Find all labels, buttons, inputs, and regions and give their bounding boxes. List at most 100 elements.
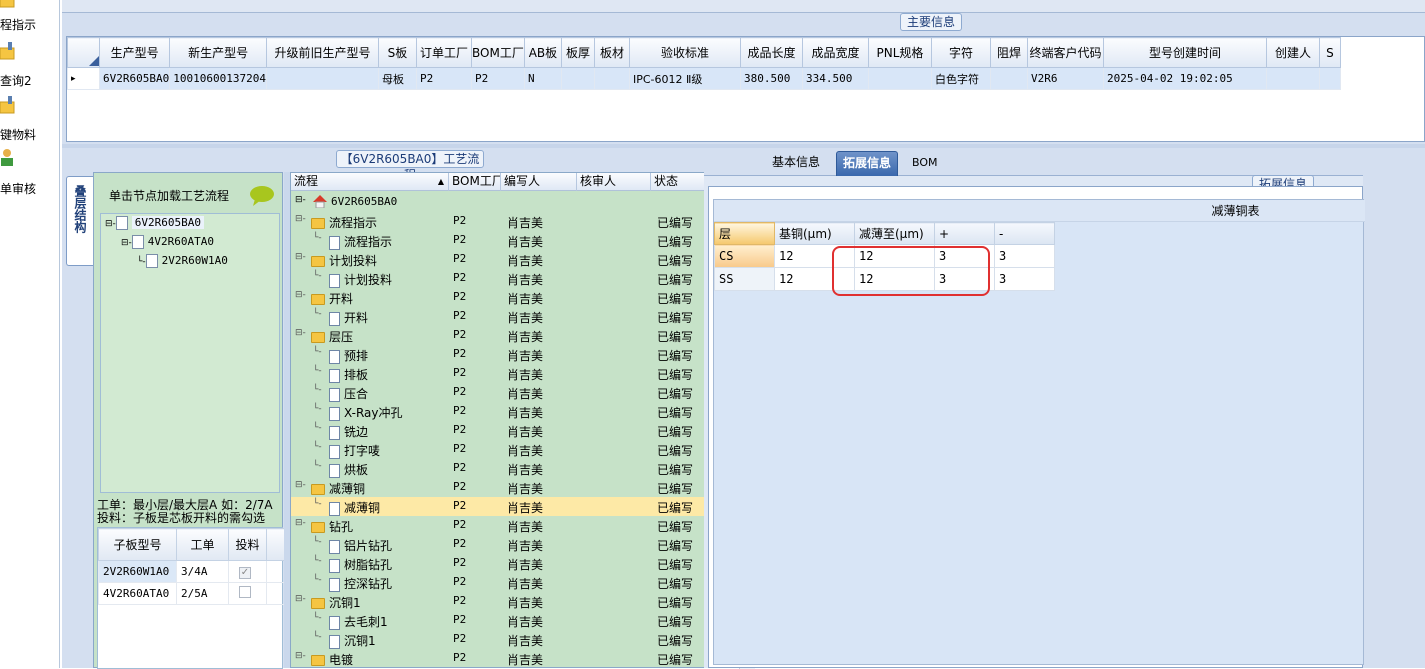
col-header[interactable]: 升级前旧生产型号 [265, 37, 379, 68]
row-header[interactable]: SS [714, 267, 775, 291]
cell[interactable] [1265, 67, 1320, 90]
cell[interactable]: 334.500 [801, 67, 869, 90]
cell[interactable]: 2/5A [176, 582, 229, 605]
expand-icon[interactable]: ⊟- [295, 518, 306, 528]
process-row[interactable]: └- 预排 P2 肖吉美 已编写 [291, 345, 739, 364]
col-header[interactable]: 成品长度 [739, 37, 803, 68]
process-row[interactable]: └- 铝片钻孔 P2 肖吉美 已编写 [291, 535, 739, 554]
cell[interactable]: 3 [994, 244, 1055, 268]
process-row[interactable]: ⊟- 电镀 P2 肖吉美 已编写 [291, 649, 739, 668]
tree-node-root[interactable]: ⊟- 6V2R605BA0 [105, 216, 205, 234]
process-row[interactable]: ⊟- 钻孔 P2 肖吉美 已编写 [291, 516, 739, 535]
col-header[interactable]: 生产型号 [98, 37, 171, 68]
process-row[interactable]: └- 排板 P2 肖吉美 已编写 [291, 364, 739, 383]
cell[interactable]: IPC-6012 Ⅱ级 [628, 67, 741, 90]
cell[interactable]: 2V2R60W1A0 [98, 560, 177, 583]
tab-bom-structure[interactable]: 叠层结构 [66, 176, 93, 266]
col-header[interactable]: PNL规格 [867, 37, 932, 68]
process-row[interactable]: └- 铣边 P2 肖吉美 已编写 [291, 421, 739, 440]
cell[interactable]: 3/4A [176, 560, 229, 583]
process-row[interactable]: ⊟- 开料 P2 肖吉美 已编写 [291, 288, 739, 307]
table-row[interactable]: 4V2R60ATA0 2/5A [98, 582, 285, 605]
col-header[interactable]: 字符 [930, 37, 991, 68]
cell[interactable]: 白色字符 [930, 67, 991, 90]
process-row[interactable]: ⊟- 沉铜1 P2 肖吉美 已编写 [291, 592, 739, 611]
cell[interactable] [1318, 67, 1341, 90]
cell[interactable]: 10010600137204 [169, 67, 267, 90]
cell[interactable]: 6V2R605BA0 [98, 67, 171, 90]
process-row[interactable]: └- X-Ray冲孔 P2 肖吉美 已编写 [291, 402, 739, 421]
col-header[interactable]: S [1318, 37, 1341, 68]
expand-icon[interactable]: ⊟- [295, 651, 306, 661]
col-header[interactable]: 编写人 [501, 173, 577, 191]
expand-icon[interactable]: ⊟- [295, 328, 306, 338]
col-header[interactable]: 成品宽度 [801, 37, 869, 68]
tree-node[interactable]: ⊟- 4V2R60ATA0 [121, 235, 214, 253]
expand-icon[interactable]: ⊟- [295, 480, 306, 490]
col-header[interactable]: 板材 [593, 37, 630, 68]
process-row[interactable]: └- 打字唛 P2 肖吉美 已编写 [291, 440, 739, 459]
tab-extended-info[interactable]: 拓展信息 [836, 151, 899, 176]
expand-icon[interactable]: ⊟- [295, 195, 306, 205]
process-row[interactable]: ⊟- 流程指示 P2 肖吉美 已编写 [291, 212, 739, 231]
process-row[interactable]: └- 沉铜1 P2 肖吉美 已编写 [291, 630, 739, 649]
row-header[interactable]: CS [714, 244, 775, 268]
col-header[interactable]: S板 [377, 37, 417, 68]
expand-icon[interactable]: ⊟- [295, 290, 306, 300]
process-row[interactable]: └- 去毛刺1 P2 肖吉美 已编写 [291, 611, 739, 630]
col-header[interactable]: + [934, 222, 995, 245]
cell[interactable] [867, 67, 932, 90]
main-info-row[interactable]: ▸ 6V2R605BA0 10010600137204 母板 P2 P2 N I… [67, 67, 1341, 90]
process-row[interactable]: ⊟- 层压 P2 肖吉美 已编写 [291, 326, 739, 345]
cell[interactable] [560, 67, 595, 90]
process-row[interactable]: └- 控深钻孔 P2 肖吉美 已编写 [291, 573, 739, 592]
col-header[interactable]: 核审人 [577, 173, 651, 191]
expand-icon[interactable]: ⊟- [295, 252, 306, 262]
nav-item-review[interactable]: 单审核 [0, 148, 58, 196]
col-header[interactable]: 减薄至(μm) [854, 222, 935, 245]
cell[interactable]: 380.500 [739, 67, 803, 90]
nav-item-process-instruction[interactable]: 程指示 [0, 0, 58, 40]
col-header[interactable]: 验收标准 [628, 37, 741, 68]
cell[interactable] [989, 67, 1028, 90]
process-row[interactable]: └- 流程指示 P2 肖吉美 已编写 [291, 231, 739, 250]
tab-basic-info[interactable]: 基本信息 [766, 151, 826, 176]
cell[interactable]: 母板 [377, 67, 417, 90]
process-root-row[interactable]: ⊟- 6V2R605BA0 [291, 193, 739, 212]
col-header[interactable]: 新生产型号 [169, 37, 267, 68]
cell[interactable] [265, 67, 379, 90]
cell[interactable]: P2 [415, 67, 472, 90]
col-header[interactable]: 板厚 [560, 37, 595, 68]
process-row[interactable]: └- 烘板 P2 肖吉美 已编写 [291, 459, 739, 478]
feed-checkbox[interactable] [239, 586, 251, 598]
nav-item-key-material[interactable]: 键物料 [0, 96, 58, 142]
process-row[interactable]: └- 计划投料 P2 肖吉美 已编写 [291, 269, 739, 288]
col-header[interactable]: - [994, 222, 1055, 245]
col-header[interactable]: BOM工厂 [470, 37, 525, 68]
expand-icon[interactable]: ⊟- [295, 214, 306, 224]
expand-icon[interactable]: ⊟- [295, 594, 306, 604]
col-header[interactable]: 阻焊 [989, 37, 1028, 68]
cell[interactable]: 3 [994, 267, 1055, 291]
process-row[interactable]: └- 压合 P2 肖吉美 已编写 [291, 383, 739, 402]
tree-node[interactable]: └- 2V2R60W1A0 [137, 254, 228, 272]
process-row[interactable]: └- 减薄铜 P2 肖吉美 已编写 [291, 497, 739, 516]
process-row[interactable]: └- 开料 P2 肖吉美 已编写 [291, 307, 739, 326]
col-header[interactable]: 层 [714, 222, 775, 245]
col-header[interactable]: 工单 [176, 528, 229, 561]
col-header[interactable]: 创建人 [1265, 37, 1320, 68]
nav-item-query2[interactable]: 查询2 [0, 42, 58, 88]
cell[interactable]: N [523, 67, 562, 90]
col-header[interactable]: BOM工厂 [449, 173, 501, 191]
cell[interactable] [593, 67, 630, 90]
process-row[interactable]: ⊟- 减薄铜 P2 肖吉美 已编写 [291, 478, 739, 497]
cell[interactable]: 4V2R60ATA0 [98, 582, 177, 605]
process-row[interactable]: └- 树脂钻孔 P2 肖吉美 已编写 [291, 554, 739, 573]
cell[interactable]: V2R6 [1026, 67, 1104, 90]
col-header[interactable]: 终端客户代码 [1026, 37, 1104, 68]
col-header[interactable]: 子板型号 [98, 528, 177, 561]
cell[interactable]: P2 [470, 67, 525, 90]
col-header[interactable]: 流程 ▲ [291, 173, 449, 191]
speech-bubble-icon[interactable] [249, 185, 275, 207]
col-header[interactable]: 基铜(μm) [774, 222, 855, 245]
